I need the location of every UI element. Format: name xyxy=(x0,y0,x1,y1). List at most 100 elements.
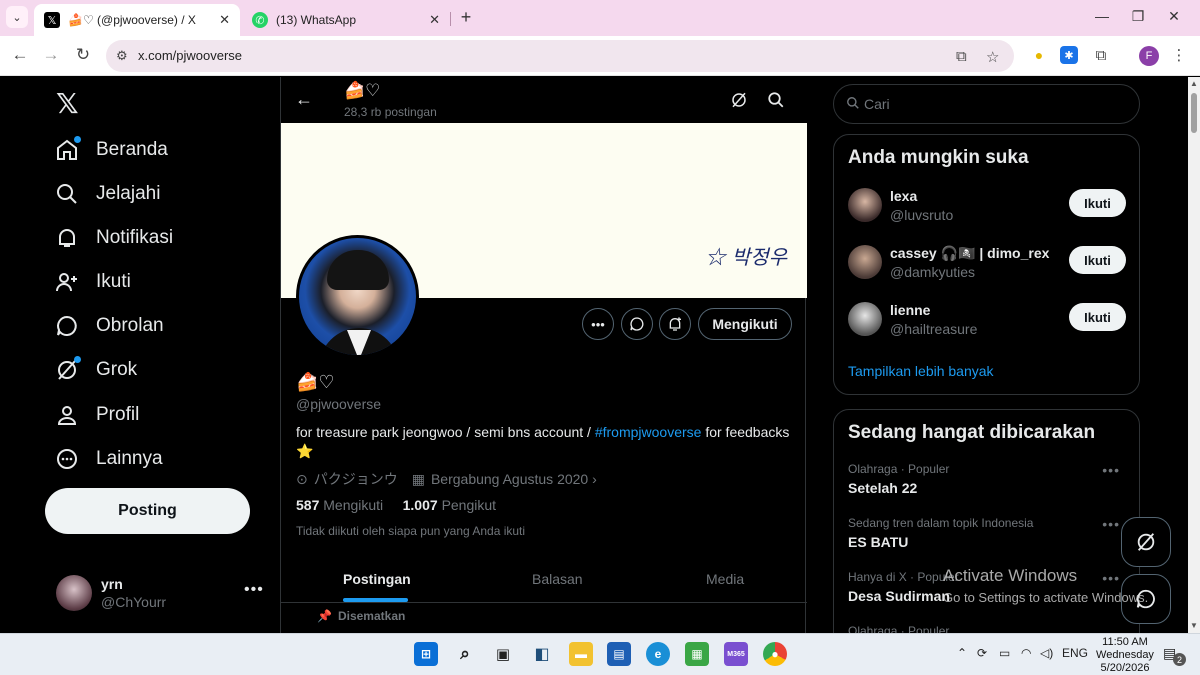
sync-icon[interactable]: ⟳ xyxy=(977,646,987,660)
chevron-up-icon[interactable]: ⌃ xyxy=(957,646,967,660)
search-input[interactable]: Cari xyxy=(833,84,1140,124)
bookmark-star-icon[interactable]: ☆ xyxy=(986,48,999,66)
scroll-up-arrow-icon[interactable]: ▲ xyxy=(1190,79,1198,88)
wifi-icon[interactable]: ◠ xyxy=(1021,646,1031,660)
address-bar[interactable]: ⚙ x.com/pjwooverse ⧉ ☆ xyxy=(106,40,1014,72)
install-app-icon[interactable]: ⧉ xyxy=(956,48,967,65)
widgets-icon[interactable]: ◧ xyxy=(530,642,554,666)
notification-count-badge: 2 xyxy=(1173,653,1186,666)
account-switcher[interactable]: yrn @ChYourr ••• xyxy=(56,575,266,615)
trend-item[interactable]: Olahraga · Populer xyxy=(848,624,1128,633)
profile-avatar[interactable] xyxy=(296,235,419,358)
tab-title: 🍰♡ (@pjwooverse) / X xyxy=(68,13,196,27)
grok-icon[interactable] xyxy=(730,91,748,114)
tab-whatsapp[interactable]: ✆ (13) WhatsApp ✕ xyxy=(242,4,450,36)
trend-item[interactable]: Olahraga · Populer Setelah 22 ••• xyxy=(848,462,1128,496)
nav-item-obrolan[interactable]: Obrolan xyxy=(55,311,164,341)
notify-bell-button[interactable] xyxy=(659,308,691,340)
store-icon[interactable]: ▤ xyxy=(607,642,631,666)
following-link[interactable]: 587 Mengikuti xyxy=(296,497,383,513)
trend-context: Olahraga · Populer xyxy=(848,462,950,476)
nav-item-grok[interactable]: Grok xyxy=(55,355,137,385)
account-name: yrn xyxy=(101,576,123,592)
scrollbar-thumb[interactable] xyxy=(1191,93,1197,133)
tab-x-profile[interactable]: 𝕏 🍰♡ (@pjwooverse) / X ✕ xyxy=(34,4,240,36)
search-icon[interactable]: ⌕ xyxy=(453,642,477,666)
account-handle: @ChYourr xyxy=(101,594,167,610)
search-icon[interactable] xyxy=(767,91,785,114)
site-info-icon[interactable]: ⚙ xyxy=(116,48,128,64)
new-tab-button[interactable]: + xyxy=(456,7,476,27)
windows-start-icon[interactable]: ⊞ xyxy=(414,642,438,666)
battery-icon[interactable]: ▭ xyxy=(999,646,1010,660)
volume-icon[interactable]: ◁) xyxy=(1040,646,1053,660)
nav-item-lainnya[interactable]: Lainnya xyxy=(55,444,163,474)
maximize-button[interactable]: ❐ xyxy=(1128,8,1148,25)
trend-context: Olahraga · Populer xyxy=(848,624,950,633)
file-explorer-icon[interactable]: ▬ xyxy=(569,642,593,666)
more-icon[interactable]: ••• xyxy=(1102,516,1120,532)
x-logo-icon[interactable]: 𝕏 xyxy=(56,87,79,120)
nav-item-ikuti[interactable]: Ikuti xyxy=(55,267,131,297)
browser-tab-bar: ⌄ 𝕏 🍰♡ (@pjwooverse) / X ✕ ✆ (13) WhatsA… xyxy=(0,0,1200,36)
clock[interactable]: 11:50 AM Wednesday 5/20/2026 xyxy=(1092,636,1158,675)
app-icon[interactable]: ▦ xyxy=(685,642,709,666)
task-view-icon[interactable]: ▣ xyxy=(491,642,515,666)
joined-item[interactable]: ▦ Bergabung Agustus 2020 › xyxy=(412,471,597,488)
browser-menu-icon[interactable]: ⋮ xyxy=(1170,46,1188,64)
follow-button[interactable]: Ikuti xyxy=(1069,189,1126,217)
browser-profile-avatar[interactable]: F xyxy=(1139,46,1159,66)
language-indicator[interactable]: ENG xyxy=(1062,646,1088,660)
close-tab-icon[interactable]: ✕ xyxy=(219,12,230,28)
star-emoji: ⭐ xyxy=(296,443,314,459)
tab-media[interactable]: Media xyxy=(706,571,744,587)
chrome-icon[interactable]: ● xyxy=(763,642,787,666)
close-tab-icon[interactable]: ✕ xyxy=(429,12,440,28)
more-icon[interactable]: ••• xyxy=(1102,462,1120,478)
trend-item[interactable]: Sedang tren dalam topik Indonesia ES BAT… xyxy=(848,516,1128,550)
following-count: 587 xyxy=(296,497,320,513)
x-logo-icon: 𝕏 xyxy=(44,12,60,28)
url-text[interactable]: x.com/pjwooverse xyxy=(138,48,242,63)
search-icon xyxy=(55,182,79,206)
tab-balasan[interactable]: Balasan xyxy=(532,571,583,587)
tab-postingan[interactable]: Postingan xyxy=(343,571,411,587)
more-icon[interactable]: ••• xyxy=(244,581,264,599)
suggestion-item[interactable]: lienne @hailtreasure Ikuti xyxy=(848,302,1128,342)
tab-search-button[interactable]: ⌄ xyxy=(6,6,28,28)
notification-center-icon[interactable]: ▤ 2 xyxy=(1163,645,1186,666)
extensions-puzzle-icon[interactable]: ⧉ xyxy=(1092,46,1110,64)
m365-icon[interactable]: M365 xyxy=(724,642,748,666)
scroll-down-arrow-icon[interactable]: ▼ xyxy=(1190,621,1198,630)
edge-icon[interactable]: e xyxy=(646,642,670,666)
forward-icon[interactable]: → xyxy=(40,45,62,65)
nav-item-jelajahi[interactable]: Jelajahi xyxy=(55,179,160,209)
page-scrollbar[interactable]: ▲ ▼ xyxy=(1188,77,1200,633)
minimize-button[interactable]: — xyxy=(1092,8,1112,24)
grok-float-button[interactable] xyxy=(1121,517,1171,567)
show-more-link[interactable]: Tampilkan lebih banyak xyxy=(848,363,994,379)
suggestion-item[interactable]: cassey 🎧🏴‍☠️ | dimo_rex @damkyuties Ikut… xyxy=(848,245,1128,285)
clock-time: 11:50 AM xyxy=(1102,636,1148,648)
follow-button[interactable]: Ikuti xyxy=(1069,303,1126,331)
extension-icon[interactable]: ✱ xyxy=(1060,46,1078,64)
extension-pin-icon[interactable]: ● xyxy=(1030,46,1048,64)
following-button[interactable]: Mengikuti xyxy=(698,308,792,340)
follow-button[interactable]: Ikuti xyxy=(1069,246,1126,274)
back-icon[interactable]: ← xyxy=(9,45,31,65)
nav-item-notifikasi[interactable]: Notifikasi xyxy=(55,223,173,253)
suggestion-handle: @hailtreasure xyxy=(890,321,978,337)
followers-link[interactable]: 1.007 Pengikut xyxy=(403,497,496,513)
more-options-button[interactable]: ••• xyxy=(582,308,614,340)
back-arrow-icon[interactable]: ← xyxy=(295,89,313,110)
message-button[interactable] xyxy=(621,308,653,340)
tab-title: (13) WhatsApp xyxy=(276,13,357,27)
nav-item-profil[interactable]: Profil xyxy=(55,400,139,430)
post-button[interactable]: Posting xyxy=(45,488,250,534)
bell-icon xyxy=(55,226,79,250)
nav-item-beranda[interactable]: Beranda xyxy=(55,135,168,165)
close-window-button[interactable]: ✕ xyxy=(1164,8,1184,25)
suggestion-item[interactable]: lexa @luvsruto Ikuti xyxy=(848,188,1128,228)
reload-icon[interactable]: ↻ xyxy=(72,45,94,65)
bio-hashtag-link[interactable]: #frompjwooverse xyxy=(595,424,702,440)
